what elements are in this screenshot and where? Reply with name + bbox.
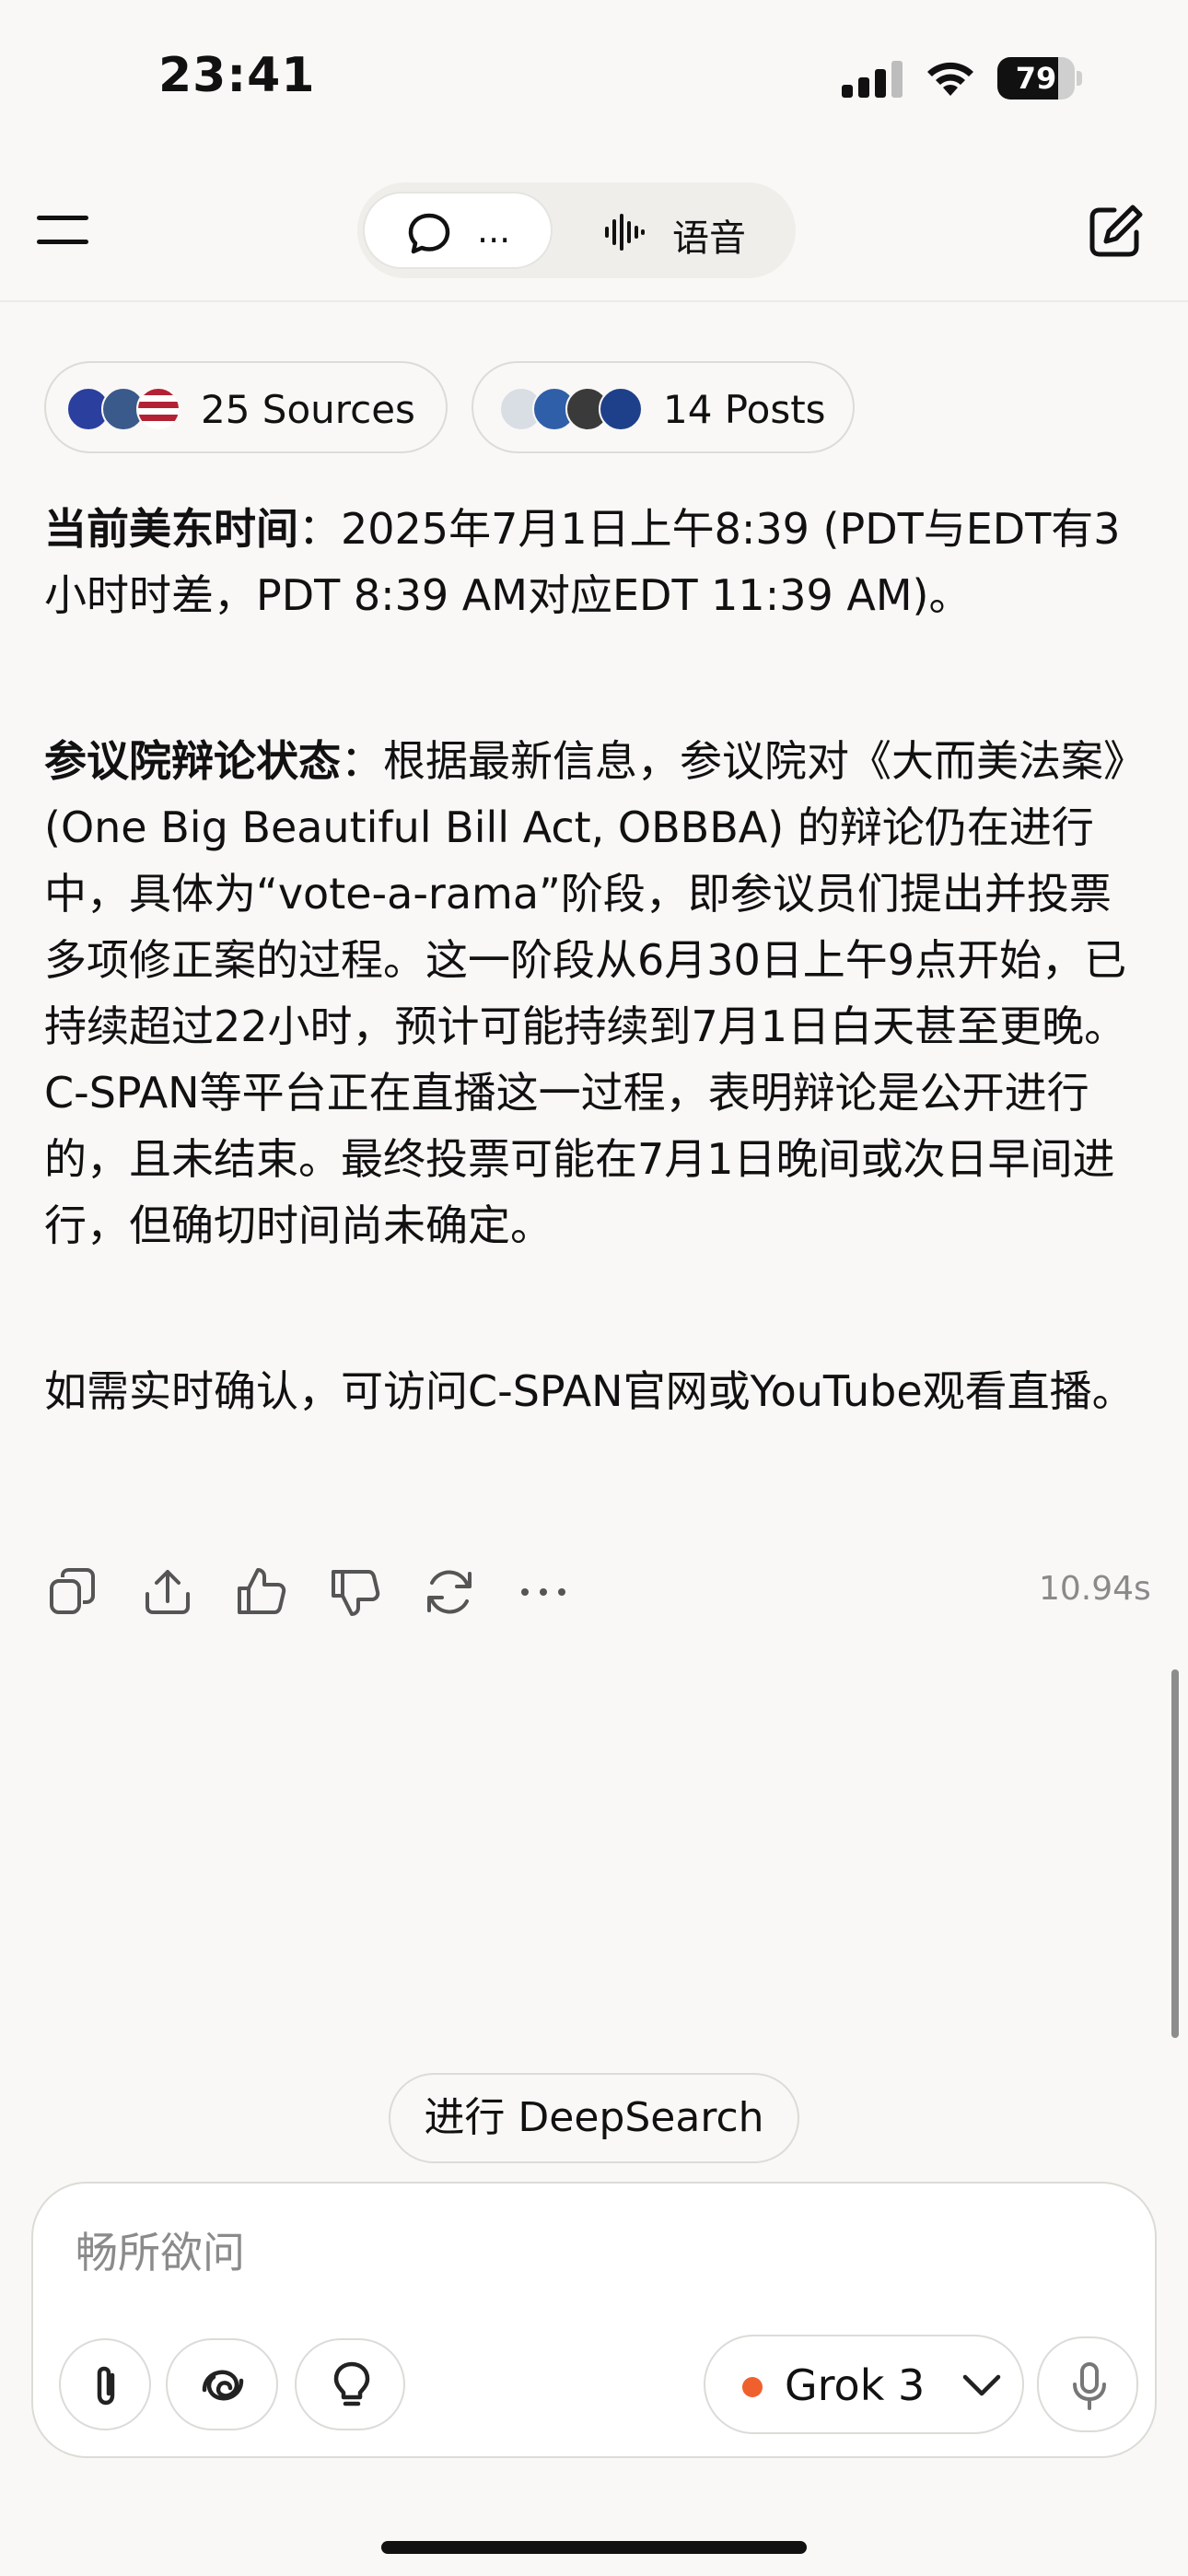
think-button[interactable]: [166, 2338, 278, 2430]
composer: Grok 3: [31, 2182, 1157, 2458]
share-icon[interactable]: [140, 1564, 195, 1620]
answer-paragraph: 如需实时确认，可访问C-SPAN官网或YouTube观看直播。: [44, 1358, 1149, 1424]
regenerate-icon[interactable]: [422, 1564, 477, 1620]
nav-divider: [0, 300, 1188, 302]
microphone-icon: [1073, 2362, 1106, 2410]
answer-heading: 参议院辩论状态: [44, 736, 341, 786]
posts-button[interactable]: 14 Posts: [472, 361, 855, 453]
think-icon: [202, 2370, 244, 2401]
scrollbar[interactable]: [1171, 1669, 1179, 2038]
chat-bubble-icon: [408, 213, 450, 254]
ideas-button[interactable]: [295, 2338, 405, 2430]
sources-button[interactable]: 25 Sources: [44, 361, 448, 453]
tab-voice-label: 语音: [672, 217, 746, 260]
lightbulb-icon: [333, 2361, 370, 2406]
copy-icon[interactable]: [46, 1564, 101, 1620]
answer-heading: 当前美东时间: [44, 504, 298, 554]
sources-count: 25 Sources: [201, 387, 415, 432]
attach-button[interactable]: [59, 2338, 151, 2430]
tab-chat-label: ...: [477, 210, 511, 251]
model-label: Grok 3: [785, 2360, 926, 2410]
menu-icon[interactable]: [37, 210, 92, 251]
waveform-icon: [605, 214, 645, 251]
post-avatar: [599, 387, 643, 431]
answer-text: ：根据最新信息，参议院对《大而美法案》(One Big Beautiful Bi…: [44, 736, 1146, 1250]
model-status-dot: [742, 2377, 763, 2397]
thumbs-up-icon[interactable]: [234, 1564, 289, 1620]
answer-paragraph: 当前美东时间：2025年7月1日上午8:39 (PDT与EDT有3小时时差，PD…: [44, 496, 1149, 628]
answer-text: 如需实时确认，可访问C-SPAN官网或YouTube观看直播。: [44, 1366, 1135, 1416]
signal-icon: [842, 61, 903, 98]
posts-count: 14 Posts: [663, 387, 826, 432]
chevron-down-icon: [962, 2374, 1001, 2396]
model-selector[interactable]: Grok 3: [704, 2335, 1024, 2434]
microphone-button[interactable]: [1037, 2336, 1138, 2432]
thumbs-down-icon[interactable]: [328, 1564, 383, 1620]
message-input[interactable]: [76, 2220, 1089, 2285]
tab-chat[interactable]: ...: [363, 192, 553, 269]
deepsearch-button[interactable]: 进行 DeepSearch: [389, 2073, 799, 2163]
mode-switch: ... 语音: [357, 182, 796, 278]
wifi-icon: [927, 62, 973, 96]
compose-icon[interactable]: [1087, 203, 1147, 260]
paperclip-icon: [97, 2366, 115, 2406]
response-time: 10.94s: [1039, 1570, 1151, 1608]
status-time: 23:41: [158, 48, 316, 103]
tab-voice[interactable]: 语音: [599, 192, 783, 269]
source-avatar: [136, 387, 181, 431]
more-icon[interactable]: [516, 1564, 571, 1620]
battery-percent: 79: [1015, 61, 1057, 96]
answer-paragraph: 参议院辩论状态：根据最新信息，参议院对《大而美法案》(One Big Beaut…: [44, 728, 1149, 1259]
home-indicator: [381, 2541, 807, 2554]
battery-indicator: 79: [997, 57, 1082, 100]
